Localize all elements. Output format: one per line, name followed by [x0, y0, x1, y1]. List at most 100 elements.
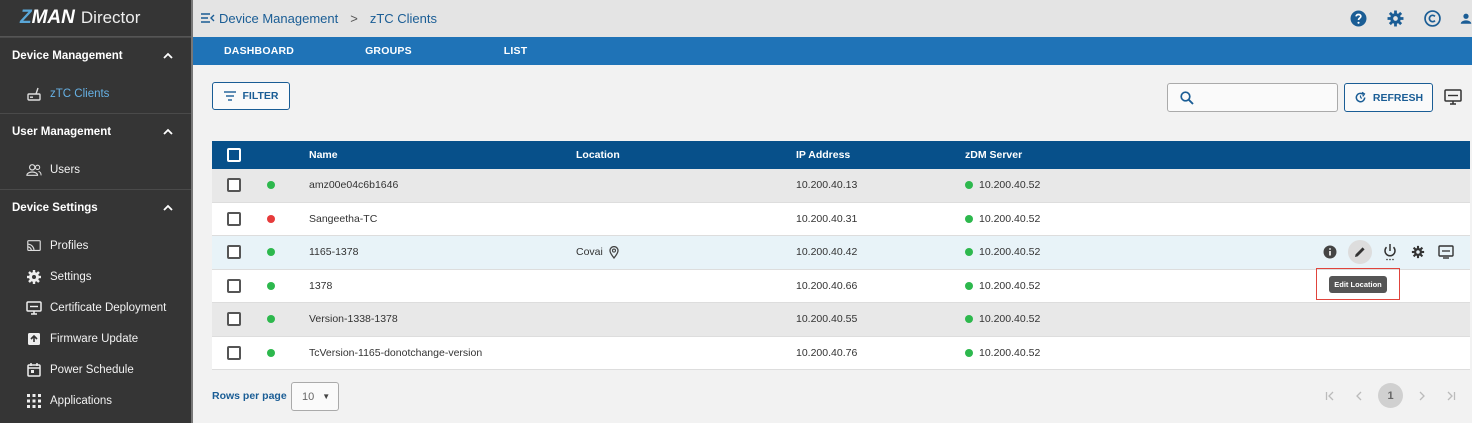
server-status-dot [965, 214, 973, 223]
user-account-icon[interactable] [1460, 9, 1472, 27]
table-row[interactable]: 1378 10.200.40.66 10.200.40.52 [212, 269, 1470, 303]
select-all-checkbox[interactable] [227, 148, 241, 162]
sidebar-item-users[interactable]: Users [0, 150, 191, 189]
column-header-location[interactable]: Location [576, 141, 620, 169]
row-checkbox[interactable] [227, 178, 241, 193]
cell-ip: 10.200.40.55 [796, 313, 858, 326]
calendar-icon [26, 362, 42, 378]
rows-per-page-label: Rows per page [212, 390, 287, 402]
row-checkbox[interactable] [227, 245, 241, 260]
status-online-dot [267, 181, 275, 190]
row-actions [1320, 236, 1456, 269]
help-icon[interactable] [1349, 9, 1367, 27]
copyright-icon[interactable] [1423, 9, 1441, 27]
sidebar: ZMAN Director Device Management zTC Clie… [0, 0, 193, 423]
table-row[interactable]: TcVersion-1165-donotchange-version 10.20… [212, 336, 1470, 370]
gear-icon[interactable] [1386, 9, 1404, 27]
sidebar-section-device-management[interactable]: Device Management [0, 37, 191, 74]
cell-name: 1378 [309, 279, 333, 292]
chevron-up-icon [163, 127, 173, 138]
location-pin-icon[interactable] [609, 245, 619, 259]
last-page-icon[interactable] [1441, 384, 1461, 408]
column-header-zdm-server[interactable]: zDM Server [965, 141, 1022, 169]
filter-button[interactable]: FILTER [212, 82, 290, 110]
search-box[interactable] [1167, 83, 1338, 112]
top-bar: Device Management > zTC Clients [193, 0, 1472, 37]
table-row[interactable]: Version-1338-1378 10.200.40.55 10.200.40… [212, 303, 1470, 337]
sidebar-item-profiles[interactable]: Profiles [0, 230, 191, 261]
monitor-icon [26, 300, 42, 316]
cell-ip: 10.200.40.66 [796, 279, 858, 292]
column-header-name[interactable]: Name [309, 141, 338, 169]
rows-per-page-select[interactable]: 10 ▼ [291, 382, 339, 411]
column-header-ip-address[interactable]: IP Address [796, 141, 850, 169]
display-settings-icon[interactable] [1443, 88, 1463, 106]
chevron-up-icon [163, 203, 173, 214]
sidebar-item-firmware-update[interactable]: Firmware Update [0, 323, 191, 354]
status-online-dot [267, 281, 275, 290]
clients-table: Name Location IP Address zDM Server amz0… [212, 141, 1470, 370]
tab-groups[interactable]: GROUPS [365, 45, 412, 57]
breadcrumb-current: zTC Clients [369, 11, 438, 26]
server-status-dot [965, 348, 973, 357]
refresh-button[interactable]: REFRESH [1344, 83, 1433, 112]
first-page-icon[interactable] [1320, 384, 1340, 408]
server-status-dot [965, 248, 973, 257]
menu-collapse-icon[interactable] [201, 11, 219, 27]
status-online-dot [267, 315, 275, 324]
pencil-icon [1355, 247, 1365, 258]
cell-location: Covai [576, 246, 603, 259]
power-icon[interactable] [1380, 242, 1400, 262]
sidebar-item-settings[interactable]: Settings [0, 261, 191, 292]
table-header: Name Location IP Address zDM Server [212, 141, 1470, 169]
chevron-up-icon [163, 51, 173, 62]
cell-ip: 10.200.40.42 [796, 246, 858, 259]
info-icon[interactable] [1320, 242, 1340, 262]
cell-ip: 10.200.40.76 [796, 346, 858, 359]
row-checkbox[interactable] [227, 211, 241, 226]
table-row[interactable]: Sangeetha-TC 10.200.40.31 10.200.40.52 [212, 202, 1470, 236]
tab-list[interactable]: LIST [504, 45, 528, 57]
sidebar-item-certificate-deployment[interactable]: Certificate Deployment [0, 292, 191, 323]
page-number-button[interactable]: 1 [1378, 383, 1403, 408]
row-checkbox[interactable] [227, 345, 241, 360]
server-status-dot [965, 315, 973, 324]
remote-display-icon[interactable] [1436, 242, 1456, 262]
sidebar-section-user-management[interactable]: User Management [0, 113, 191, 150]
search-input[interactable] [1200, 91, 1330, 104]
sidebar-item-applications[interactable]: Applications [0, 385, 191, 416]
caret-down-icon: ▼ [322, 392, 331, 401]
edit-location-button[interactable] [1348, 240, 1372, 265]
cast-icon [26, 238, 42, 254]
cell-name: TcVersion-1165-donotchange-version [309, 346, 483, 359]
tab-dashboard[interactable]: DASHBOARD [224, 45, 294, 57]
refresh-icon [1354, 91, 1367, 104]
sidebar-item-power-schedule[interactable]: Power Schedule [0, 354, 191, 385]
cell-server: 10.200.40.52 [979, 346, 1041, 359]
cell-name: Version-1338-1378 [309, 313, 398, 326]
table-row[interactable]: amz00e04c6b1646 10.200.40.13 10.200.40.5… [212, 169, 1470, 203]
row-checkbox[interactable] [227, 312, 241, 327]
cell-name: Sangeetha-TC [309, 212, 378, 225]
gear-icon [26, 269, 42, 285]
next-page-icon[interactable] [1412, 384, 1432, 408]
server-status-dot [965, 181, 973, 190]
users-icon [26, 162, 42, 178]
breadcrumb: Device Management > zTC Clients [219, 11, 438, 26]
row-checkbox[interactable] [227, 278, 241, 293]
gear-icon[interactable] [1408, 242, 1428, 262]
cell-server: 10.200.40.52 [979, 279, 1041, 292]
tab-bar: DASHBOARD GROUPS LIST [193, 37, 1472, 65]
breadcrumb-parent[interactable]: Device Management [219, 11, 338, 26]
table-row[interactable]: 1165-1378 Covai 10.200.40.42 10.200.40.5… [212, 236, 1470, 270]
thin-client-icon [26, 86, 42, 102]
grid-icon [26, 393, 42, 409]
filter-icon [223, 91, 236, 101]
sidebar-item-ztc-clients[interactable]: zTC Clients [0, 74, 191, 113]
cell-server: 10.200.40.52 [979, 212, 1041, 225]
cell-ip: 10.200.40.31 [796, 212, 858, 225]
cell-name: amz00e04c6b1646 [309, 179, 399, 192]
prev-page-icon[interactable] [1349, 384, 1369, 408]
server-status-dot [965, 281, 973, 290]
sidebar-section-device-settings[interactable]: Device Settings [0, 189, 191, 226]
